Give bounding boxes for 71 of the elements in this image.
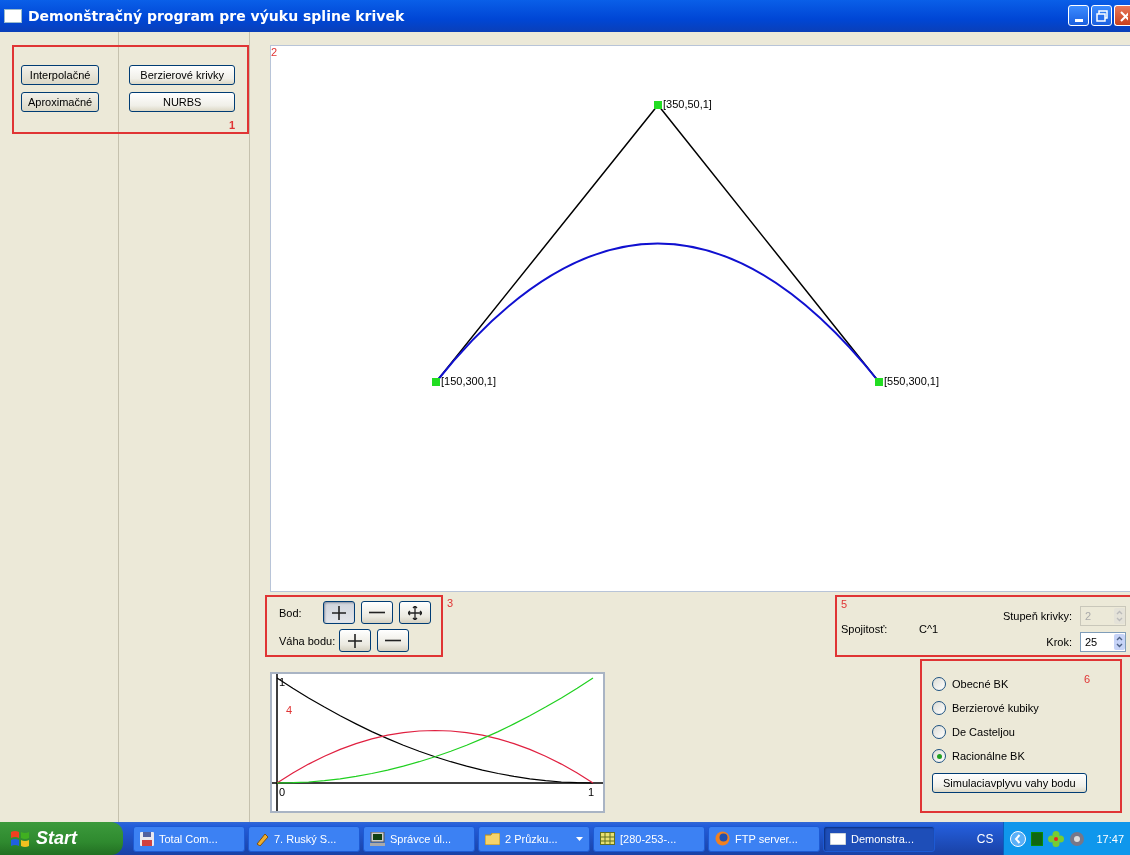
minus-icon: [369, 611, 385, 614]
pencil-icon: [255, 831, 269, 846]
clock: 17:47: [1096, 832, 1124, 845]
windows-flag-icon: [10, 829, 30, 848]
axis-label: 0: [279, 786, 286, 798]
close-button[interactable]: [1114, 5, 1130, 26]
axis-label: 1: [279, 676, 286, 688]
simulation-button[interactable]: Simulaciavplyvu vahy bodu: [932, 773, 1087, 793]
taskbar-button[interactable]: 7. Ruský S...: [248, 825, 360, 852]
taskbar-button[interactable]: Demonstra...: [823, 825, 935, 852]
option-label: Berzierové kubiky: [952, 702, 1039, 714]
section-number: 5: [841, 598, 848, 610]
chevron-icon[interactable]: [1010, 830, 1027, 847]
point-label: [550,300,1]: [884, 375, 940, 387]
minus-icon: [385, 639, 401, 642]
taskbar-button[interactable]: [280-253-...: [593, 825, 705, 852]
move-arrows-icon: [408, 605, 422, 620]
curve-mode-button[interactable]: Berzierové krivky: [129, 65, 236, 85]
option-label: De Casteljou: [952, 726, 1015, 738]
point-label: [350,50,1]: [663, 98, 712, 110]
tool-button[interactable]: [399, 601, 431, 624]
section-number: 3: [447, 597, 454, 609]
curve-mode-button[interactable]: Interpolačné: [21, 65, 100, 85]
monitor-icon: [370, 831, 385, 846]
plus-icon: [348, 633, 362, 648]
restore-icon: [1095, 9, 1108, 22]
tool-button[interactable]: [361, 601, 393, 624]
section-number: 6: [1084, 673, 1091, 685]
taskbar-button[interactable]: 2 Průzku...: [478, 825, 590, 852]
radio-button[interactable]: [932, 677, 946, 691]
radio-button[interactable]: [932, 749, 946, 763]
plus-icon: [332, 605, 346, 620]
restore-button[interactable]: [1091, 5, 1112, 26]
curve-mode-button[interactable]: NURBS: [129, 92, 236, 112]
tool-label: Váha bodu:: [279, 634, 337, 647]
taskbar-button[interactable]: Správce úl...: [363, 825, 475, 852]
taskbar-button[interactable]: FTP server...: [708, 825, 820, 852]
spin-arrows-icon: [1114, 634, 1125, 650]
tool-button[interactable]: [377, 629, 409, 652]
spin-arrows-icon: [1114, 608, 1125, 624]
axis-label: 1: [588, 786, 595, 798]
close-icon: [1117, 9, 1128, 22]
field-label: Stupeň krivky:: [1002, 610, 1072, 622]
radio-button[interactable]: [932, 725, 946, 739]
tool-button[interactable]: [323, 601, 355, 624]
spreadsheet-icon: [600, 832, 615, 845]
tool-label: Bod:: [279, 606, 303, 619]
globe-icon: [715, 831, 730, 846]
section-number: 2: [271, 46, 278, 58]
curve-mode-button[interactable]: Aproximačné: [21, 92, 100, 112]
section-number: 1: [229, 119, 236, 131]
start-button[interactable]: Start: [0, 822, 123, 855]
folder-icon: [485, 832, 500, 845]
app-icon: [4, 9, 22, 23]
continuity-value: C^1: [919, 623, 940, 635]
field-label: Krok:: [1046, 636, 1072, 648]
window-title: Demonštračný program pre výuku spline krivek: [28, 8, 406, 24]
minimize-icon: [1074, 18, 1083, 22]
taskbar-button[interactable]: Total Com...: [133, 825, 245, 852]
section-number: 4: [286, 704, 293, 716]
speaker-icon[interactable]: [1069, 830, 1086, 847]
continuity-label: Spojitosť:: [841, 623, 889, 635]
tool-button[interactable]: [339, 629, 371, 652]
number-spinner[interactable]: 25: [1080, 632, 1126, 652]
radio-button[interactable]: [932, 701, 946, 715]
option-label: Racionálne BK: [952, 750, 1025, 762]
language-indicator[interactable]: CS: [976, 831, 994, 846]
minimize-button[interactable]: [1068, 5, 1089, 26]
window-icon: [830, 832, 846, 845]
point-label: [150,300,1]: [441, 375, 497, 387]
option-label: Obecné BK: [952, 678, 1009, 690]
